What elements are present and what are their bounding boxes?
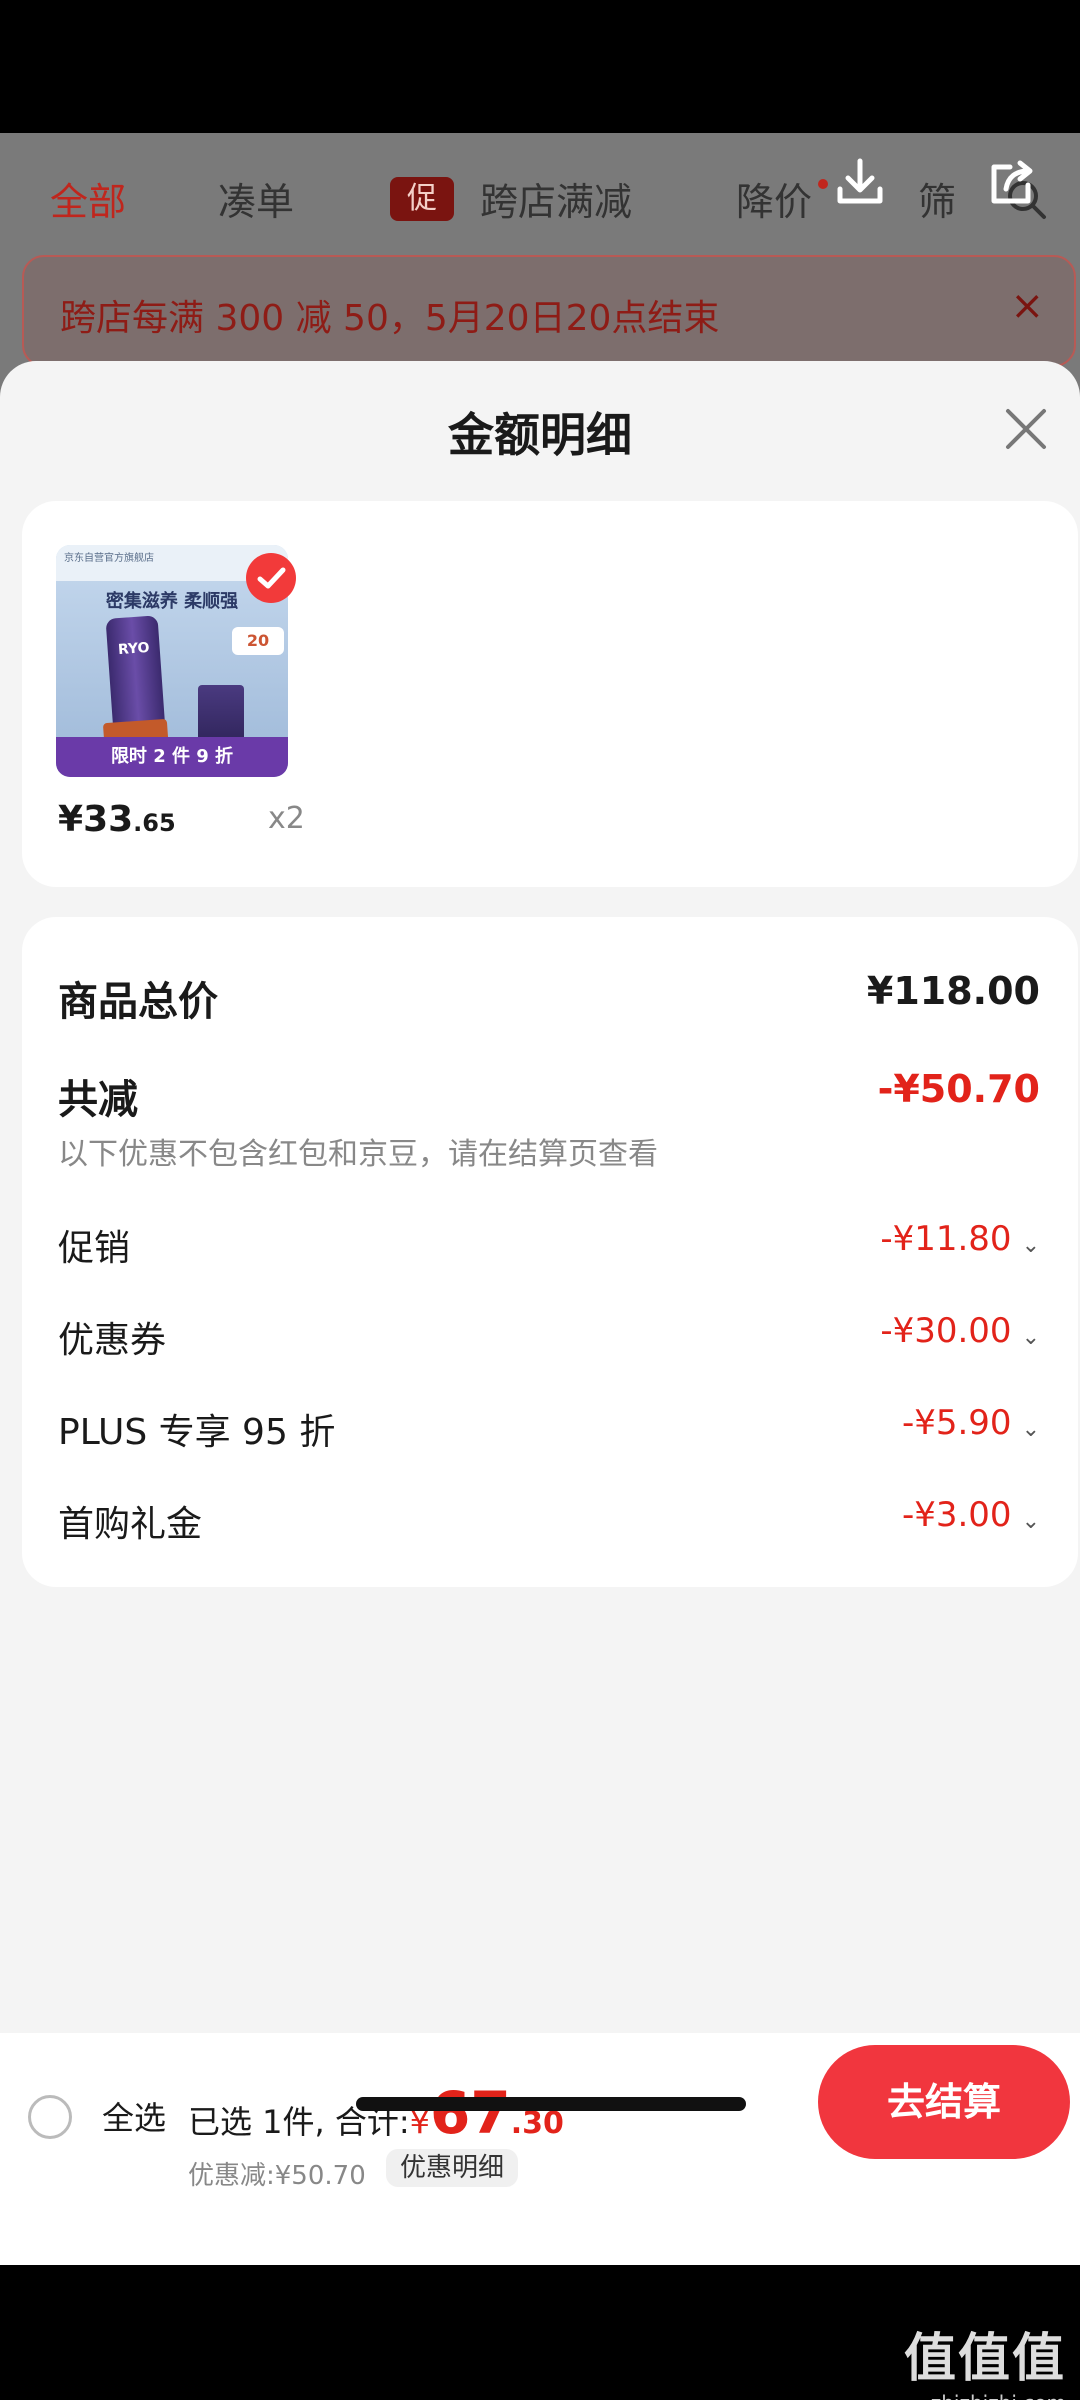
subtotal-label: 商品总价	[58, 979, 218, 1025]
watermark-url: zhizhizhi.com	[904, 2391, 1066, 2400]
discount-summary: 优惠减:¥50.70	[188, 2161, 366, 2191]
total-discount-value: -¥50.70	[877, 1067, 1040, 1111]
selected-summary: 已选 1件, 合计:¥67.30	[188, 2079, 564, 2147]
discount-item-value: -¥30.00	[880, 1311, 1012, 1351]
select-all-label[interactable]: 全选	[102, 2093, 166, 2139]
discount-note: 以下优惠不包含红包和京豆，请在结算页查看	[58, 1137, 658, 1172]
share-icon[interactable]	[982, 153, 1042, 213]
product-card: 京东自营官方旗舰店 密集滋养 柔顺强 RYO 20 限时 2 件 9 折 ¥33…	[22, 501, 1078, 887]
close-icon[interactable]	[998, 401, 1054, 457]
sheet-title: 金额明细	[448, 408, 632, 462]
thumb-promo-strip: 限时 2 件 9 折	[56, 737, 288, 777]
notification-dot	[818, 179, 828, 189]
tab-combine[interactable]: 凑单	[218, 171, 294, 226]
total-discount-label: 共减	[58, 1077, 138, 1123]
discount-item-value: -¥5.90	[901, 1403, 1012, 1443]
discount-item-coupon[interactable]: -¥30.00 ⌄	[880, 1311, 1040, 1351]
discount-item-label: 首购礼金	[58, 1504, 203, 1545]
watermark-logo: 值值值	[903, 2329, 1066, 2389]
discount-item-plus[interactable]: -¥5.90 ⌄	[902, 1403, 1040, 1443]
chevron-down-icon: ⌄	[1021, 1509, 1040, 1534]
tube-brand-label: RYO	[117, 639, 151, 659]
check-icon[interactable]	[246, 553, 296, 603]
watermark: 值值值 zhizhizhi.com	[904, 2316, 1066, 2400]
checkout-bar: 全选 已选 1件, 合计:¥67.30 优惠减:¥50.70 优惠明细 去结算	[0, 2033, 1080, 2265]
discount-item-label: 促销	[58, 1228, 131, 1269]
discount-item-label: 优惠券	[58, 1320, 167, 1361]
total-decimal: .30	[510, 2106, 564, 2141]
price-integer: 33	[83, 799, 134, 840]
checkout-button[interactable]: 去结算	[818, 2045, 1070, 2159]
tab-filter[interactable]: 筛	[918, 171, 956, 226]
product-price: ¥33.65	[58, 799, 176, 840]
price-decimal: .65	[133, 809, 176, 837]
tab-cross-store[interactable]: 跨店满减	[480, 171, 632, 226]
download-icon[interactable]	[830, 153, 890, 213]
amount-detail-sheet: 金额明细 京东自营官方旗舰店 密集滋养 柔顺强 RYO 20 限时 2 件 9 …	[0, 361, 1080, 2265]
discount-detail-link[interactable]: 优惠明细	[386, 2149, 519, 2187]
discount-item-promo[interactable]: -¥11.80 ⌄	[880, 1219, 1040, 1259]
price-yen: ¥	[58, 799, 84, 840]
close-icon[interactable]: ×	[1010, 283, 1044, 329]
tab-all[interactable]: 全部	[50, 171, 126, 226]
chevron-down-icon: ⌄	[1021, 1233, 1040, 1258]
discount-item-label: PLUS 专享 95 折	[58, 1412, 336, 1453]
discount-item-value: -¥11.80	[880, 1219, 1012, 1259]
discount-item-value: -¥3.00	[901, 1495, 1012, 1535]
filter-tab-bar: 全部 凑单 促 跨店满减 降价 筛	[0, 133, 1080, 263]
chevron-down-icon: ⌄	[1021, 1325, 1040, 1350]
total-integer: 67	[430, 2079, 511, 2147]
promo-banner-text: 跨店每满 300 减 50，5月20日20点结束	[60, 298, 720, 339]
thumb-discount-tag: 20	[232, 627, 284, 655]
select-all-radio[interactable]	[28, 2095, 72, 2139]
amount-breakdown-card: 商品总价 ¥118.00 共减 -¥50.70 以下优惠不包含红包和京豆，请在结…	[22, 917, 1078, 1587]
product-quantity: x2	[268, 801, 305, 836]
chevron-down-icon: ⌄	[1021, 1417, 1040, 1442]
home-indicator[interactable]	[356, 2097, 746, 2111]
tab-price-drop[interactable]: 降价	[736, 171, 812, 226]
promo-banner: 跨店每满 300 减 50，5月20日20点结束 ×	[22, 255, 1076, 367]
discount-item-first-purchase[interactable]: -¥3.00 ⌄	[902, 1495, 1040, 1535]
app-screen: 全部 凑单 促 跨店满减 降价 筛 跨店每满 300 减 50，5月20日20点…	[0, 133, 1080, 2265]
subtotal-value: ¥118.00	[866, 969, 1040, 1013]
promo-tag-icon: 促	[390, 177, 454, 221]
